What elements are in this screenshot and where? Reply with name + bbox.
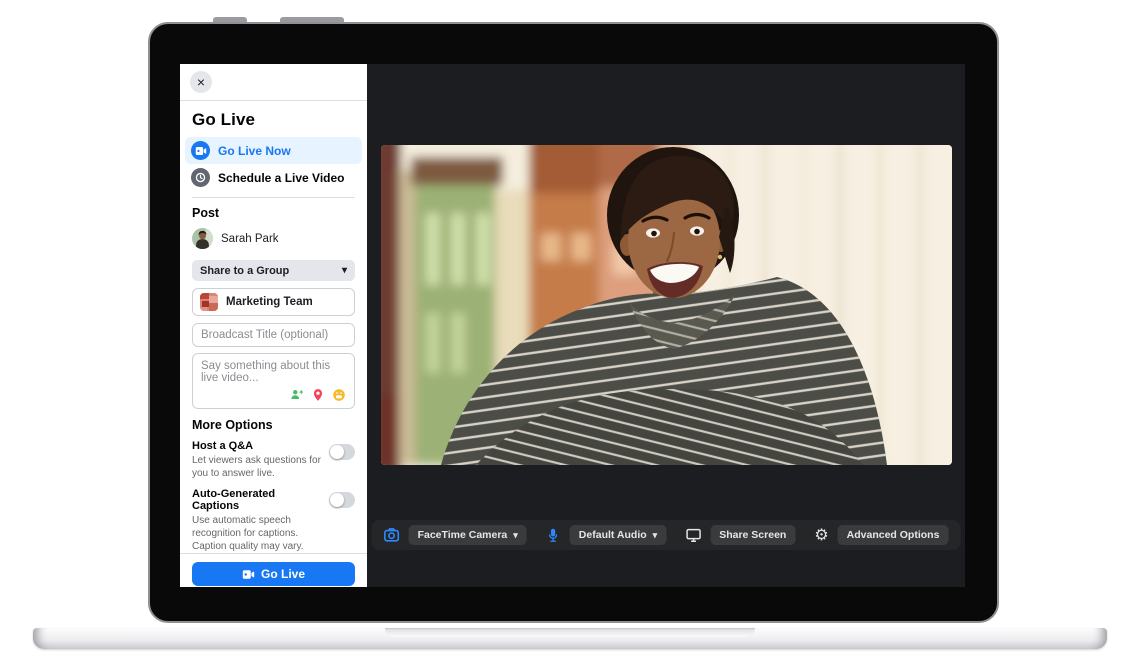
post-heading: Post [192,206,355,220]
share-screen-label: Share Screen [719,529,786,541]
camera-group: FaceTime Camera ▾ [384,525,527,545]
audio-select-button[interactable]: Default Audio ▾ [570,525,666,545]
location-pin-icon[interactable] [311,388,325,402]
broadcast-title-input[interactable] [192,323,355,347]
gear-icon: ⚙ [814,527,828,543]
caret-down-icon: ▾ [342,265,347,276]
clock-icon [191,168,210,187]
advanced-options-button[interactable]: Advanced Options [838,525,949,545]
microphone-icon [546,528,561,543]
advanced-options-label: Advanced Options [847,529,940,541]
camera-preview [381,145,952,465]
option-title: Auto-Generated Captions [192,488,323,512]
composer-actions [290,388,346,402]
avatar [192,228,213,249]
description-input[interactable] [193,354,354,386]
go-live-button-label: Go Live [261,567,305,581]
share-target-value: Share to a Group [200,265,289,277]
camera-select-label: FaceTime Camera [418,529,508,541]
camera-icon [384,527,400,543]
laptop-lid-notch [385,628,755,637]
caret-down-icon: ▾ [653,530,658,541]
host-qa-toggle[interactable] [329,444,355,460]
audio-select-label: Default Audio [579,529,647,541]
close-button[interactable]: × [190,71,212,93]
more-options-heading: More Options [192,418,355,432]
nav-item-schedule-live-video[interactable]: Schedule a Live Video [185,164,362,191]
laptop-screen: × Go Live Go Live Now [148,22,999,623]
feeling-emoji-icon[interactable] [332,388,346,402]
group-avatar [200,293,218,311]
option-host-qa: Host a Q&A Let viewers ask questions for… [192,440,355,480]
laptop-base [33,628,1107,649]
tag-people-icon[interactable] [290,388,304,402]
desktop-mockup: × Go Live Go Live Now [0,0,1140,670]
nav-item-label: Go Live Now [218,144,291,158]
go-live-window: × Go Live Go Live Now [180,64,965,587]
more-options-section: More Options Host a Q&A Let viewers ask … [180,409,367,553]
camera-select-button[interactable]: FaceTime Camera ▾ [409,525,527,545]
share-target-select[interactable]: Share to a Group ▾ [192,260,355,281]
av-toolbar: FaceTime Camera ▾ Default Audio [372,520,961,550]
panel-title: Go Live [180,101,367,136]
auto-captions-toggle[interactable] [329,492,355,508]
sidebar-header: × [180,64,367,101]
nav-item-go-live-now[interactable]: Go Live Now [185,137,362,164]
live-nav: Go Live Now Schedule a Live Video [180,136,367,191]
description-box [192,353,355,409]
share-screen-button[interactable]: Share Screen [710,525,795,545]
option-auto-captions: Auto-Generated Captions Use automatic sp… [192,488,355,553]
option-description: Use automatic speech recognition for cap… [192,514,323,553]
go-live-button[interactable]: Go Live [192,562,355,586]
live-video-icon [242,568,255,581]
preview-stage: FaceTime Camera ▾ Default Audio [367,64,965,587]
selected-group-chip[interactable]: Marketing Team [192,288,355,316]
post-section: Post Sarah Park [180,198,367,409]
nav-item-label: Schedule a Live Video [218,171,345,185]
option-description: Let viewers ask questions for you to ans… [192,454,323,480]
screen-share-icon [685,527,701,543]
caret-down-icon: ▾ [513,530,518,541]
audio-group: Default Audio ▾ [546,525,666,545]
sidebar-footer: Go Live [180,553,367,587]
post-author-row: Sarah Park [192,228,355,249]
author-name: Sarah Park [221,233,279,245]
share-screen-group: Share Screen [685,525,795,545]
go-live-sidebar: × Go Live Go Live Now [180,64,367,587]
group-name: Marketing Team [226,296,313,308]
advanced-group: ⚙ Advanced Options [814,525,948,545]
live-video-icon [191,141,210,160]
option-title: Host a Q&A [192,440,323,452]
